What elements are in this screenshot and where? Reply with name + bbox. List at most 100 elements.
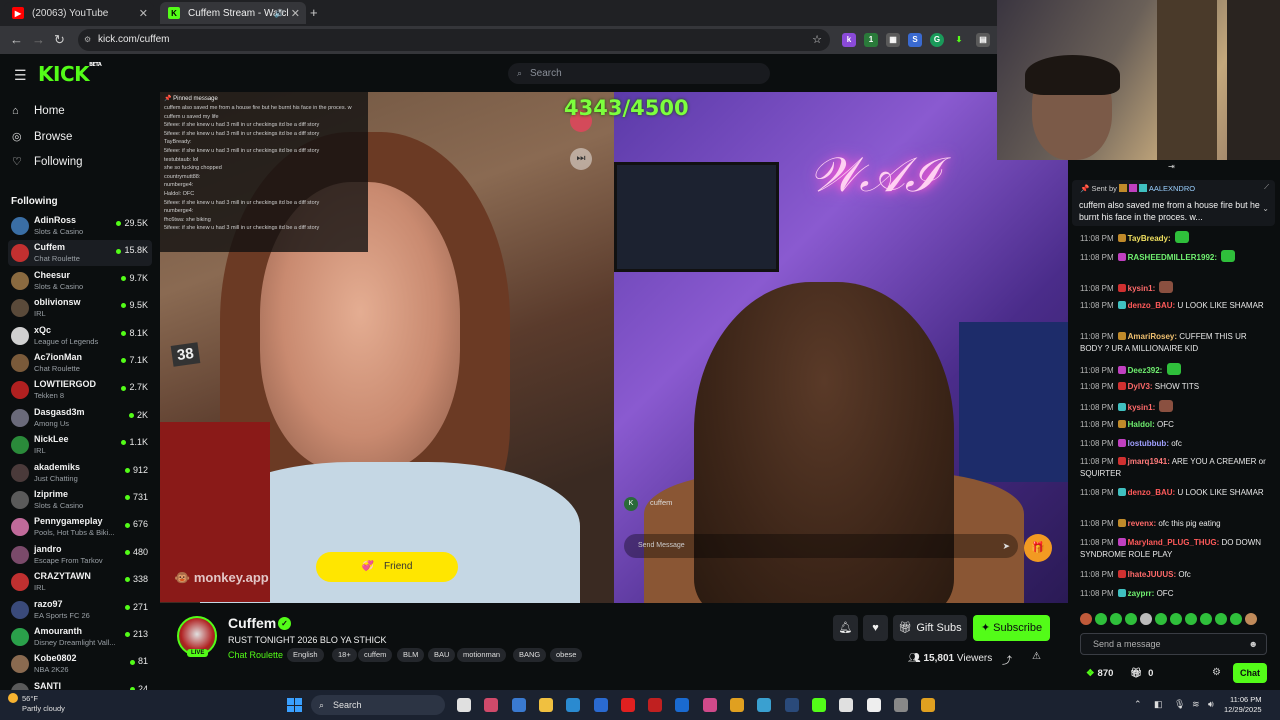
extension-icon[interactable]: ▤: [976, 33, 990, 47]
emote-icon[interactable]: [1140, 613, 1152, 625]
message-username[interactable]: denzo_BAU:: [1128, 301, 1176, 310]
microphone-icon[interactable]: 🎙︎: [1174, 699, 1185, 710]
channel-name[interactable]: Cuffem: [228, 615, 276, 631]
chat-app-icon[interactable]: [757, 698, 772, 712]
menu-icon[interactable]: ☰: [14, 67, 27, 84]
extension-icon[interactable]: ▦: [886, 33, 900, 47]
speaker-icon[interactable]: 🔊: [274, 9, 284, 18]
following-item[interactable]: AdinRoss Slots & Casino 29.5K: [8, 213, 152, 239]
following-item[interactable]: oblivionsw IRL 9.5K: [8, 295, 152, 321]
taskbar-search[interactable]: ⌕ Search: [311, 695, 445, 715]
stream-tag[interactable]: BLM: [397, 648, 425, 662]
emote-icon[interactable]: [1215, 613, 1227, 625]
message-username[interactable]: Maryland_PLUG_THUG:: [1128, 538, 1220, 547]
following-item[interactable]: Dasgasd3m Among Us 2K: [8, 405, 152, 431]
file-explorer-icon[interactable]: [538, 698, 553, 712]
nav-home[interactable]: ⌂ Home: [12, 105, 65, 117]
message-username[interactable]: kysin1:: [1128, 284, 1156, 293]
system-clock[interactable]: 11:06 PM 12/29/2025: [1224, 695, 1262, 715]
following-item[interactable]: razo97 EA Sports FC 26 271: [8, 597, 152, 623]
extension-icon[interactable]: k: [842, 33, 856, 47]
emote-icon[interactable]: [1155, 613, 1167, 625]
extension-icon[interactable]: S: [908, 33, 922, 47]
following-item[interactable]: Iziprime Slots & Casino 731: [8, 487, 152, 513]
message-username[interactable]: kysin1:: [1128, 403, 1156, 412]
following-item[interactable]: CRAZYTAWN IRL 338: [8, 569, 152, 595]
message-username[interactable]: AmariRosey:: [1128, 332, 1177, 341]
copilot-icon[interactable]: [484, 698, 499, 712]
message-username[interactable]: TayBready:: [1128, 234, 1171, 243]
emote-icon[interactable]: [1110, 613, 1122, 625]
chat-pinned-message[interactable]: 📌 Sent by AALEXNDRO cuffem also saved me…: [1072, 180, 1275, 226]
facebook-icon[interactable]: [675, 698, 690, 712]
following-item[interactable]: akademiks Just Chatting 912: [8, 460, 152, 486]
forward-icon[interactable]: →: [32, 32, 45, 47]
gift-icon[interactable]: 🎁: [1024, 534, 1052, 562]
pinned-sender[interactable]: AALEXNDRO: [1149, 184, 1195, 193]
new-tab-button[interactable]: +: [310, 5, 318, 20]
emoji-icon[interactable]: ☻: [1249, 634, 1258, 654]
message-username[interactable]: DylV3:: [1128, 382, 1153, 391]
site-info-icon[interactable]: ⚙: [84, 29, 91, 51]
channel-points[interactable]: ❖ 870: [1086, 668, 1113, 679]
message-username[interactable]: RASHEEDMILLER1992:: [1128, 253, 1217, 262]
following-item[interactable]: Ac7ionMan Chat Roulette 7.1K: [8, 350, 152, 376]
chat-input[interactable]: Send a message ☻: [1080, 633, 1267, 655]
emote-icon[interactable]: [1245, 613, 1257, 625]
collapse-chat-icon[interactable]: ⇥: [1168, 162, 1175, 171]
youtube-icon[interactable]: [620, 698, 635, 712]
files-icon[interactable]: [511, 698, 526, 712]
chevron-up-icon[interactable]: ⌃: [1134, 699, 1142, 710]
reload-icon[interactable]: ↻: [54, 32, 65, 48]
close-tab-icon[interactable]: ✕: [139, 7, 148, 20]
stream-tag[interactable]: cuffem: [358, 648, 393, 662]
nav-browse[interactable]: ◎ Browse: [12, 130, 72, 144]
message-username[interactable]: zayprr:: [1128, 589, 1155, 598]
amazon-icon[interactable]: [730, 698, 744, 712]
back-icon[interactable]: ←: [10, 32, 23, 47]
notification-bell-button[interactable]: 🔔︎: [833, 615, 858, 641]
chrome-icon[interactable]: [921, 698, 936, 712]
windows-start-icon[interactable]: [287, 698, 302, 712]
stream-tag[interactable]: BAU: [428, 648, 456, 662]
network-icon[interactable]: ◧: [1154, 699, 1163, 710]
emote-icon[interactable]: [1095, 613, 1107, 625]
search-input[interactable]: ⌕ Search: [508, 63, 770, 84]
bookmark-star-icon[interactable]: ☆: [812, 29, 822, 51]
emote-icon[interactable]: [1185, 613, 1197, 625]
stream-tag[interactable]: motionman: [457, 648, 507, 662]
emote-icon[interactable]: [1230, 613, 1242, 625]
task-view-icon[interactable]: [457, 698, 471, 712]
url-field[interactable]: ⚙ kick.com/cuffem ☆: [78, 29, 830, 51]
emote-icon[interactable]: [1170, 613, 1182, 625]
skip-icon[interactable]: ⏭: [570, 148, 592, 170]
gift-subs-button[interactable]: 🎁︎ Gift Subs: [893, 615, 967, 641]
share-icon[interactable]: ⤴: [1002, 652, 1012, 667]
send-arrow-icon[interactable]: ➤: [1002, 534, 1010, 558]
following-item[interactable]: Cuffem Chat Roulette 15.8K: [8, 240, 152, 267]
message-username[interactable]: jmarq1941:: [1128, 457, 1170, 466]
message-username[interactable]: revenx:: [1128, 519, 1156, 528]
extension-icon[interactable]: 1: [864, 33, 878, 47]
follow-button[interactable]: ♥: [863, 615, 888, 641]
friend-button[interactable]: 💞 Friend: [316, 552, 458, 582]
stream-tag[interactable]: obese: [550, 648, 583, 662]
extension-icon[interactable]: ⬇: [952, 33, 966, 47]
tab-kick[interactable]: K Cuffem Stream - Watch Live 🔊 ✕: [160, 2, 306, 24]
settings-icon[interactable]: [893, 698, 908, 712]
following-item[interactable]: Cheesur Slots & Casino 9.7K: [8, 268, 152, 294]
epic-games-icon[interactable]: [866, 698, 881, 712]
emote-icon[interactable]: [1200, 613, 1212, 625]
mail-icon[interactable]: [593, 698, 608, 712]
gift-counter[interactable]: 🎁︎ 0: [1130, 668, 1153, 679]
notes-icon[interactable]: [839, 698, 854, 712]
kick-logo[interactable]: KICKBETA: [38, 62, 102, 86]
close-tab-icon[interactable]: ✕: [291, 7, 300, 20]
stream-tag[interactable]: 18+: [332, 648, 357, 662]
following-item[interactable]: Kobe0802 NBA 2K26 81: [8, 651, 152, 677]
extension-icon[interactable]: G: [930, 33, 944, 47]
emote-icon[interactable]: [1080, 613, 1092, 625]
emote-icon[interactable]: [1125, 613, 1137, 625]
weather-widget[interactable]: 56°F Partly cloudy: [8, 693, 65, 714]
chevron-down-icon[interactable]: ⌄: [1262, 204, 1269, 213]
